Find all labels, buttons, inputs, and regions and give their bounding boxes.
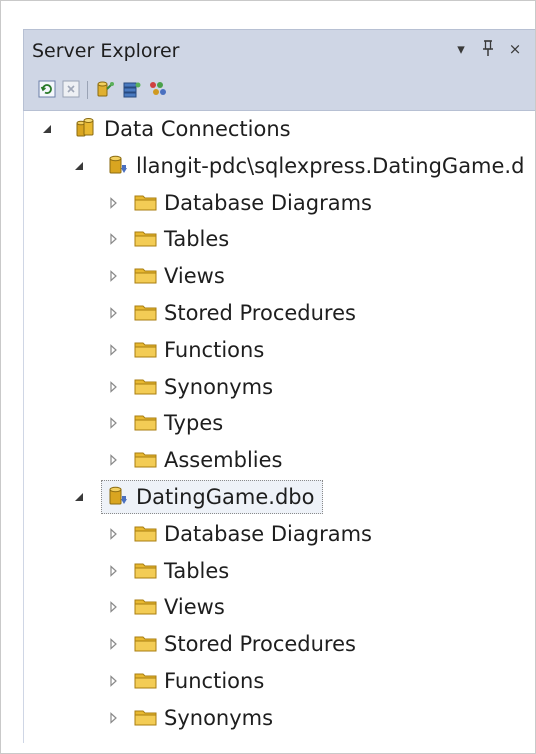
tree-node-folder[interactable]: Views — [24, 590, 535, 624]
tree-node-label: Assemblies — [164, 448, 283, 473]
pin-icon[interactable] — [479, 39, 497, 62]
tree-node-folder[interactable]: Assemblies — [24, 443, 535, 477]
tree-node-folder[interactable]: Database Diagrams — [24, 517, 535, 551]
window-position-dropdown-icon[interactable]: ▾ — [452, 39, 470, 59]
tree-node-label: Views — [164, 595, 225, 620]
collapsed-arrow-icon[interactable] — [106, 268, 120, 283]
tree-node-folder[interactable]: Views — [24, 259, 535, 293]
collapsed-arrow-icon[interactable] — [106, 710, 120, 724]
tree-node-label: Synonyms — [164, 705, 274, 730]
folder-icon — [134, 522, 158, 544]
collapsed-arrow-icon[interactable] — [106, 673, 120, 687]
folder-icon — [134, 191, 158, 213]
collapsed-arrow-icon[interactable] — [106, 305, 120, 319]
tree-node-label: Stored Procedures — [164, 632, 356, 657]
stop-icon[interactable] — [62, 80, 80, 98]
tree-node-connection[interactable]: DatingGame.dbo — [24, 480, 535, 514]
tree-node-label: Tables — [164, 227, 230, 252]
server-explorer-tree: Data Connections llangit-pdc\sqlexpress.D… — [23, 111, 535, 743]
collapsed-arrow-icon[interactable] — [106, 636, 120, 651]
tree-node-label: Synonyms — [164, 374, 274, 399]
collapsed-arrow-icon[interactable] — [106, 563, 120, 577]
folder-icon — [134, 632, 158, 654]
folder-icon — [134, 411, 158, 433]
collapsed-arrow-icon[interactable] — [106, 452, 120, 467]
database-connection-icon — [106, 485, 130, 507]
tree-node-label: DatingGame.dbo — [136, 485, 315, 509]
tree-node-label: Database Diagrams — [164, 190, 372, 215]
tree-node-folder[interactable]: Functions — [24, 664, 535, 698]
connect-to-server-icon[interactable] — [122, 80, 141, 98]
expanded-arrow-icon[interactable] — [40, 121, 54, 135]
tree-node-folder[interactable]: Tables — [24, 554, 535, 588]
tree-node-label: Views — [164, 264, 225, 289]
collapsed-arrow-icon[interactable] — [106, 342, 120, 356]
folder-icon — [134, 338, 158, 360]
collapsed-arrow-icon[interactable] — [106, 231, 120, 246]
panel-titlebar: Server Explorer ▾ × — [23, 29, 535, 69]
tree-node-label: Tables — [164, 558, 230, 583]
folder-icon — [134, 227, 158, 249]
folder-icon — [134, 264, 158, 286]
connect-to-database-icon[interactable] — [96, 80, 114, 98]
panel-title: Server Explorer — [32, 40, 180, 62]
tree-node-folder[interactable]: Synonyms — [24, 701, 535, 735]
folder-icon — [134, 595, 158, 617]
server-explorer-panel: Server Explorer ▾ × Data Connections lla… — [23, 29, 535, 743]
database-connection-icon — [106, 154, 130, 176]
collapsed-arrow-icon[interactable] — [106, 379, 120, 393]
tree-node-folder[interactable]: Functions — [24, 333, 535, 367]
folder-icon — [134, 448, 158, 470]
tree-node-label: Functions — [164, 669, 265, 693]
panel-toolbar — [23, 69, 535, 111]
folder-icon — [134, 669, 158, 691]
collapsed-arrow-icon[interactable] — [106, 526, 120, 540]
collapsed-arrow-icon[interactable] — [106, 415, 120, 430]
tree-node-folder[interactable]: Synonyms — [24, 370, 535, 404]
folder-icon — [134, 301, 158, 323]
tree-node-label: Database Diagrams — [164, 521, 372, 546]
screenshot-frame: Server Explorer ▾ × Data Connections lla… — [0, 0, 536, 754]
expanded-arrow-icon[interactable] — [72, 158, 86, 172]
tree-node-label: llangit-pdc\sqlexpress.DatingGame.d — [136, 153, 525, 178]
tree-node-folder[interactable]: Stored Procedures — [24, 627, 535, 661]
tree-node-label: Data Connections — [104, 117, 291, 141]
folder-icon — [134, 706, 158, 728]
tree-node-label: Stored Procedures — [164, 301, 356, 325]
tree-node-data-connections[interactable]: Data Connections — [24, 112, 535, 146]
tree-node-label: Types — [164, 411, 224, 436]
tree-node-label: Functions — [164, 337, 265, 362]
toolbar-separator — [87, 81, 88, 99]
data-connections-icon — [74, 117, 98, 139]
connect-to-sharepoint-icon[interactable] — [148, 80, 166, 98]
close-icon[interactable]: × — [506, 39, 524, 59]
tree-node-folder[interactable]: Types — [24, 406, 535, 440]
collapsed-arrow-icon[interactable] — [106, 599, 120, 614]
refresh-icon[interactable] — [38, 80, 56, 98]
tree-node-folder[interactable]: Database Diagrams — [24, 186, 535, 220]
folder-icon — [134, 375, 158, 397]
tree-node-folder[interactable]: Stored Procedures — [24, 296, 535, 330]
tree-node-folder[interactable]: Tables — [24, 222, 535, 256]
folder-icon — [134, 559, 158, 581]
expanded-arrow-icon[interactable] — [72, 489, 86, 503]
collapsed-arrow-icon[interactable] — [106, 195, 120, 209]
tree-node-connection[interactable]: llangit-pdc\sqlexpress.DatingGame.d — [24, 149, 535, 183]
